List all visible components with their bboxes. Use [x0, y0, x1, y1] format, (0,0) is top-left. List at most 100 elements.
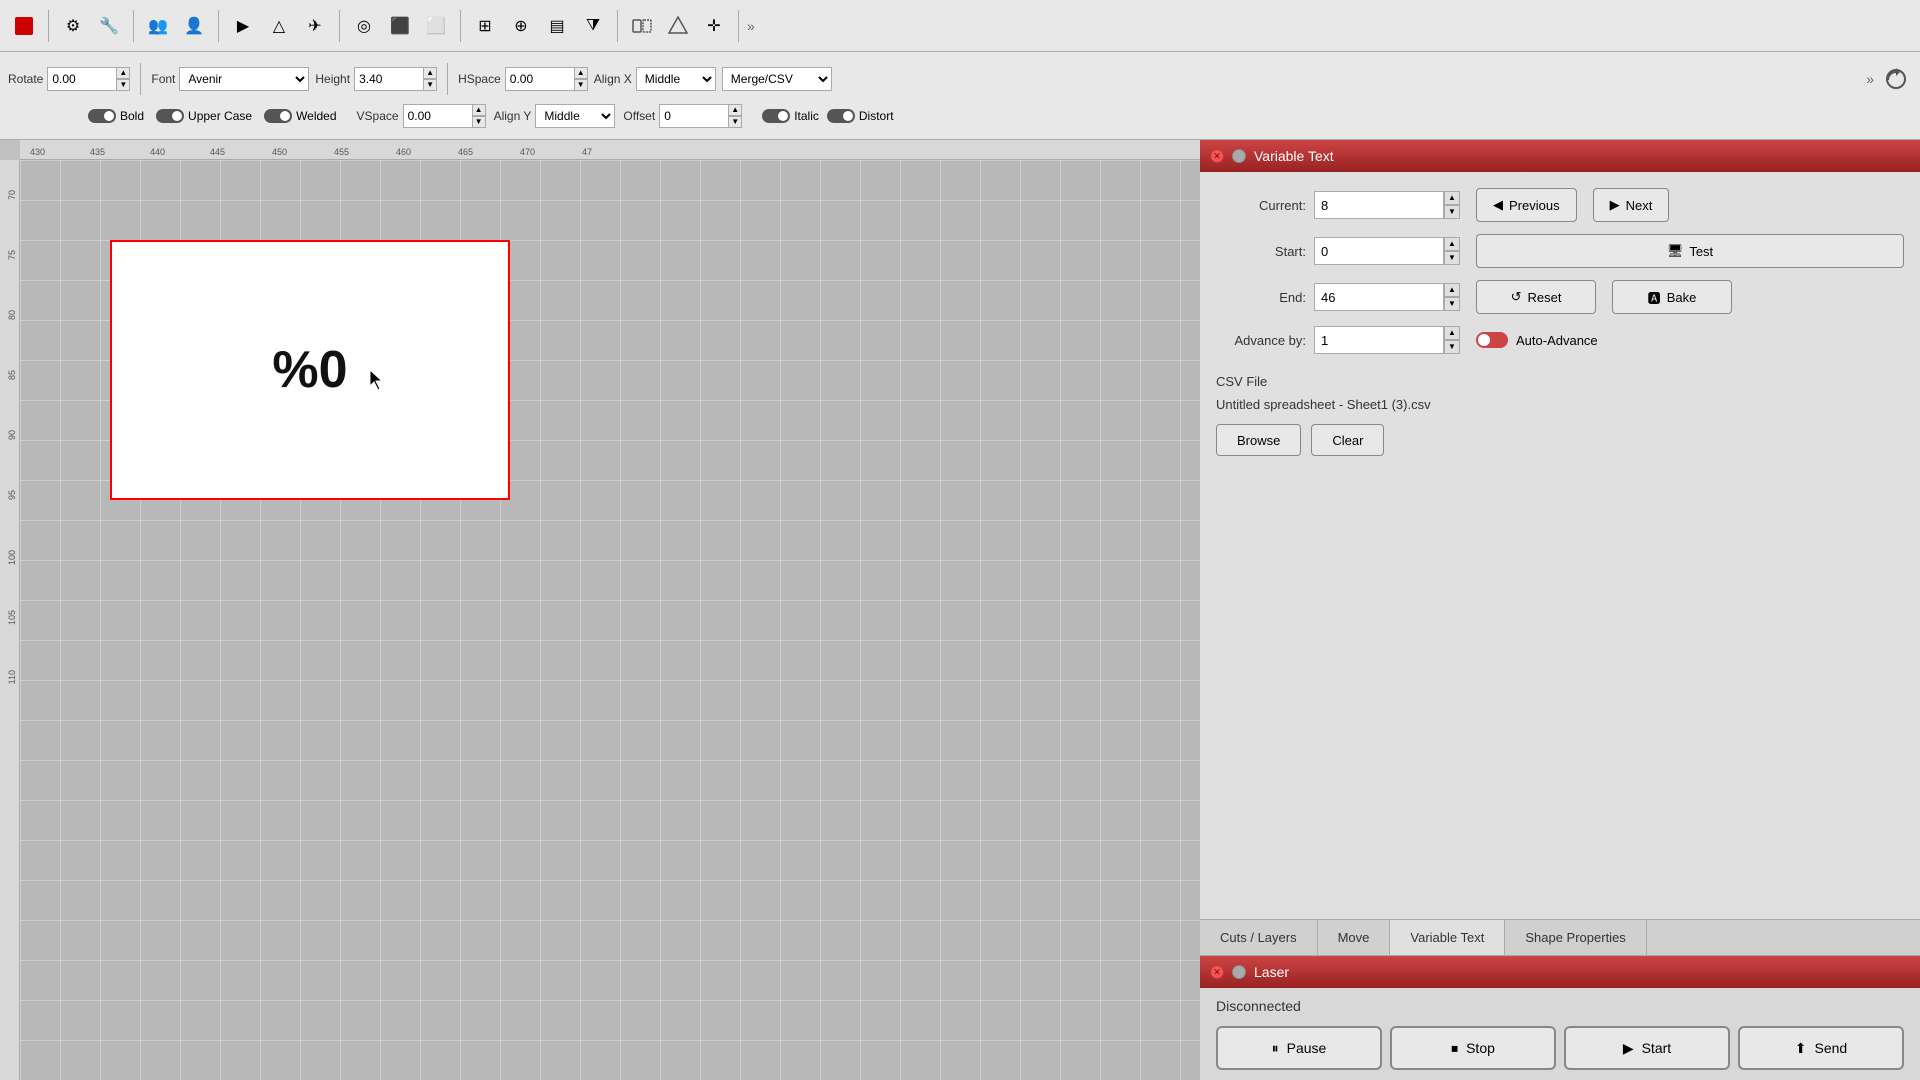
monitor-icon: 🖥	[1667, 243, 1684, 259]
next-button[interactable]: ▶ Next	[1593, 188, 1670, 222]
rotate-down[interactable]: ▼	[116, 79, 130, 91]
text-object-rect[interactable]: %0	[110, 240, 510, 500]
vspace-up[interactable]: ▲	[472, 104, 486, 116]
upper-case-toggle[interactable]	[156, 109, 184, 123]
bake-button[interactable]: 🅰 Bake	[1612, 280, 1732, 314]
advance-down-btn[interactable]: ▼	[1444, 340, 1460, 354]
browse-button[interactable]: Browse	[1216, 424, 1301, 456]
previous-button[interactable]: ◀ Previous	[1476, 188, 1577, 222]
vspace-down[interactable]: ▼	[472, 116, 486, 128]
play-icon[interactable]: ▶	[227, 10, 259, 42]
ruler-left-75: 75	[7, 250, 17, 260]
bold-toggle[interactable]	[88, 109, 116, 123]
hspace-up[interactable]: ▲	[574, 67, 588, 79]
start-icon: ▶	[1623, 1040, 1634, 1057]
canvas-area[interactable]: 430 435 440 445 450 455 460 465 470 47 7…	[0, 140, 1200, 1080]
send-laser-button[interactable]: ⬆ Send	[1738, 1026, 1904, 1070]
variable-text-close-btn[interactable]: ✕	[1210, 149, 1224, 163]
app-icon[interactable]	[8, 10, 40, 42]
font-group: Font Avenir	[151, 67, 309, 91]
pause-button[interactable]: ⏸ Pause	[1216, 1026, 1382, 1070]
italic-toggle[interactable]	[762, 109, 790, 123]
start-input[interactable]	[1314, 237, 1444, 265]
test-button[interactable]: 🖥 Test	[1476, 234, 1904, 268]
vspace-input[interactable]	[403, 104, 473, 128]
start-up-btn[interactable]: ▲	[1444, 237, 1460, 251]
distort-toggle[interactable]	[827, 109, 855, 123]
rotate-up[interactable]: ▲	[116, 67, 130, 79]
group-users-icon[interactable]: 👥	[142, 10, 174, 42]
grid-icon[interactable]: ⊞	[469, 10, 501, 42]
next-arrow-icon: ▶	[1610, 197, 1620, 213]
reset-button[interactable]: ↺ Reset	[1476, 280, 1596, 314]
ruler-left-110: 110	[7, 670, 17, 684]
right-panel: ✕ Variable Text Current: ▲ ▼	[1200, 140, 1920, 1080]
current-input[interactable]	[1314, 191, 1444, 219]
hspace-input[interactable]	[505, 67, 575, 91]
tools-icon[interactable]: 🔧	[93, 10, 125, 42]
crosshair-icon[interactable]: ✛	[698, 10, 730, 42]
toolbar-expand-right-2[interactable]: »	[1866, 71, 1874, 87]
tab-cuts-layers[interactable]: Cuts / Layers	[1200, 920, 1318, 955]
snap-icon[interactable]: ⊕	[505, 10, 537, 42]
send-icon[interactable]: ✈	[299, 10, 331, 42]
offset-down[interactable]: ▼	[728, 116, 742, 128]
mirror-h-icon[interactable]	[626, 10, 658, 42]
distort-label: Distort	[859, 109, 894, 123]
toolbar-separator-5	[460, 10, 461, 42]
canvas-content[interactable]: %0	[20, 160, 1200, 1080]
align-x-select[interactable]: Middle	[636, 67, 716, 91]
triangle-icon[interactable]: △	[263, 10, 295, 42]
settings-icon[interactable]: ⚙	[57, 10, 89, 42]
layout-icon[interactable]: ▤	[541, 10, 573, 42]
toolbar-separator-3	[218, 10, 219, 42]
tab-move[interactable]: Move	[1318, 920, 1391, 955]
auto-advance-toggle[interactable]	[1476, 332, 1508, 348]
end-down-btn[interactable]: ▼	[1444, 297, 1460, 311]
single-user-icon[interactable]: 👤	[178, 10, 210, 42]
start-down-btn[interactable]: ▼	[1444, 251, 1460, 265]
font-select[interactable]: Avenir	[179, 67, 309, 91]
clear-button[interactable]: Clear	[1311, 424, 1384, 456]
ruler-tick-450: 450	[272, 147, 287, 157]
align-y-select[interactable]: Middle	[535, 104, 615, 128]
offset-input[interactable]	[659, 104, 729, 128]
toolbar-expand-right[interactable]: »	[747, 18, 755, 34]
toolbar-separator-7	[738, 10, 739, 42]
variable-text-display: %0	[272, 340, 347, 400]
node-icon[interactable]: ⧩	[577, 10, 609, 42]
distribute-icon[interactable]: ⬜	[420, 10, 452, 42]
grid-canvas: %0	[20, 160, 1200, 1080]
align-icon[interactable]: ⬛	[384, 10, 416, 42]
tab-variable-text[interactable]: Variable Text	[1390, 920, 1505, 955]
advance-up-btn[interactable]: ▲	[1444, 326, 1460, 340]
start-button[interactable]: ▶ Start	[1564, 1026, 1730, 1070]
welded-label: Welded	[296, 109, 336, 123]
advance-by-input[interactable]	[1314, 326, 1444, 354]
toolbar-separator-6	[617, 10, 618, 42]
height-input[interactable]	[354, 67, 424, 91]
laser-min-btn[interactable]	[1232, 965, 1246, 979]
rotate-input[interactable]	[47, 67, 117, 91]
variable-text-min-btn[interactable]	[1232, 149, 1246, 163]
welded-toggle[interactable]	[264, 109, 292, 123]
current-up-btn[interactable]: ▲	[1444, 191, 1460, 205]
laser-close-btn[interactable]: ✕	[1210, 965, 1224, 979]
main-area: 430 435 440 445 450 455 460 465 470 47 7…	[0, 140, 1920, 1080]
merge-csv-select[interactable]: Merge/CSV	[722, 67, 832, 91]
end-up-btn[interactable]: ▲	[1444, 283, 1460, 297]
stop-button[interactable]: ⏹ Stop	[1390, 1026, 1556, 1070]
hspace-down[interactable]: ▼	[574, 79, 588, 91]
end-input[interactable]	[1314, 283, 1444, 311]
flip-icon[interactable]	[662, 10, 694, 42]
text-toolbar-sep-1	[140, 63, 141, 95]
offset-up[interactable]: ▲	[728, 104, 742, 116]
target-icon[interactable]: ◎	[348, 10, 380, 42]
ruler-tick-465: 465	[458, 147, 473, 157]
current-down-btn[interactable]: ▼	[1444, 205, 1460, 219]
height-down[interactable]: ▼	[423, 79, 437, 91]
refresh-icon[interactable]	[1880, 63, 1912, 95]
height-up[interactable]: ▲	[423, 67, 437, 79]
tab-shape-properties[interactable]: Shape Properties	[1505, 920, 1646, 955]
toolbar-separator-2	[133, 10, 134, 42]
